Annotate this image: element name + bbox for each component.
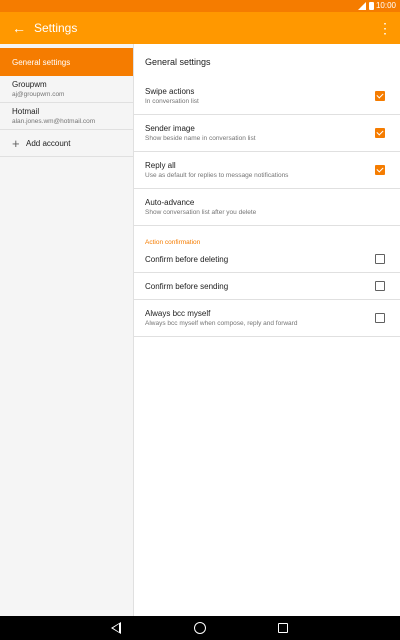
setting-title: Auto-advance (145, 198, 195, 207)
setting-summary: Always bcc myself when compose, reply an… (145, 320, 298, 327)
setting-title: Confirm before sending (145, 281, 229, 291)
checkbox[interactable] (375, 128, 385, 138)
section-header: General settings (145, 57, 211, 67)
account-email: aj@groupwm.com (12, 91, 65, 98)
add-account-label: Add account (26, 138, 71, 148)
sidebar-item-label: General settings (12, 57, 71, 67)
account-name: Hotmail (12, 107, 40, 116)
add-account-button[interactable]: + Add account (0, 130, 133, 157)
checkbox[interactable] (375, 313, 385, 323)
plus-icon: + (12, 135, 20, 151)
page-title: Settings (34, 21, 78, 35)
navigation-bar (0, 616, 400, 640)
sidebar-item-groupwm[interactable]: Groupwm aj@groupwm.com (0, 76, 133, 103)
battery-icon (369, 2, 374, 10)
setting-bcc-myself[interactable]: Always bcc myself Always bcc myself when… (134, 300, 400, 337)
accounts-sidebar: General settings Groupwm aj@groupwm.com … (0, 44, 134, 616)
account-email: alan.jones.wm@hotmail.com (12, 118, 96, 125)
setting-title: Always bcc myself (145, 309, 211, 318)
status-time: 10:00 (375, 1, 396, 10)
setting-summary: Show conversation list after you delete (145, 209, 257, 216)
app-bar: ← Settings ⋮ (0, 12, 400, 44)
signal-icon (358, 2, 366, 10)
setting-title: Swipe actions (145, 87, 195, 96)
setting-auto-advance[interactable]: Auto-advance Show conversation list afte… (134, 189, 400, 226)
status-bar: 10:00 (0, 0, 400, 12)
arrow-back-icon[interactable]: ← (10, 18, 28, 38)
checkbox[interactable] (375, 165, 385, 175)
checkbox[interactable] (375, 254, 385, 264)
setting-sender-image[interactable]: Sender image Show beside name in convers… (134, 115, 400, 152)
setting-swipe-actions[interactable]: Swipe actions In conversation list (134, 78, 400, 115)
setting-confirm-send[interactable]: Confirm before sending (134, 273, 400, 300)
nav-home-icon[interactable] (194, 622, 206, 634)
category-header: Action confirmation (145, 239, 201, 246)
setting-title: Reply all (145, 161, 176, 170)
setting-summary: Use as default for replies to message no… (145, 172, 289, 179)
setting-title: Sender image (145, 124, 195, 133)
more-vert-icon[interactable]: ⋮ (378, 18, 392, 38)
checkbox[interactable] (375, 91, 385, 101)
setting-reply-all[interactable]: Reply all Use as default for replies to … (134, 152, 400, 189)
nav-recents-icon[interactable] (278, 623, 288, 633)
settings-panel: General settings Swipe actions In conver… (134, 44, 400, 616)
setting-summary: Show beside name in conversation list (145, 135, 256, 142)
sidebar-item-general-settings[interactable]: General settings (0, 48, 133, 76)
setting-title: Confirm before deleting (145, 254, 229, 264)
nav-back-icon[interactable] (111, 622, 121, 634)
setting-summary: In conversation list (145, 98, 199, 105)
sidebar-item-hotmail[interactable]: Hotmail alan.jones.wm@hotmail.com (0, 103, 133, 130)
checkbox[interactable] (375, 281, 385, 291)
account-name: Groupwm (12, 80, 47, 89)
setting-confirm-delete[interactable]: Confirm before deleting (134, 246, 400, 273)
